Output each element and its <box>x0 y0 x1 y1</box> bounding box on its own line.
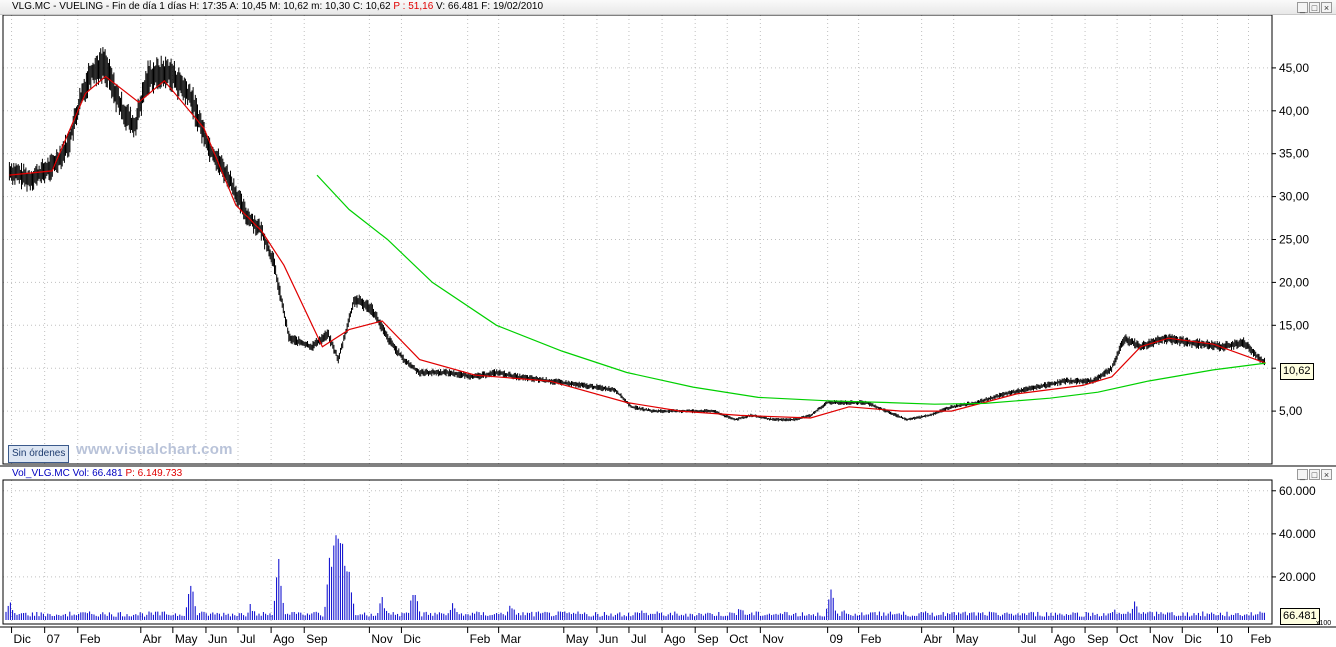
watermark: www.visualchart.com <box>76 441 233 458</box>
price-panel-header: VLG.MC - VUELING - Fin de día 1 días H: … <box>0 0 1336 15</box>
time-tick-label: Sep <box>306 632 328 646</box>
time-axis-ticks: Dic 07 Feb Abr May Jun Jul Ago Sep Nov Dic Feb Mar Ma… <box>11 627 1272 646</box>
time-tick-label: Dic <box>403 632 420 646</box>
time-tick-label: Nov <box>1152 632 1173 646</box>
time-tick-label: 09 <box>830 632 844 646</box>
date-label: F: <box>481 1 491 12</box>
maximize-button[interactable]: □ <box>1309 2 1320 13</box>
orders-badge[interactable]: Sin órdenes <box>8 445 70 463</box>
time-tick-label: Jul <box>1021 632 1036 646</box>
time-tick-label: Jun <box>208 632 227 646</box>
last-price-label: 10,62 <box>1280 363 1314 380</box>
panel-frames <box>0 14 1336 628</box>
time-tick-label: May <box>956 632 979 646</box>
time-tick-label: Ago <box>1054 632 1076 646</box>
price-tick-label: 30,00 <box>1279 190 1309 204</box>
time-tick-label: Ago <box>664 632 686 646</box>
time-tick-label: Abr <box>143 632 162 646</box>
volume-scale-label: x100 <box>1316 620 1332 627</box>
time-tick-label: Oct <box>729 632 748 646</box>
time-tick-label: 07 <box>47 632 61 646</box>
vol-value: 66.481 <box>92 468 123 479</box>
volume-maximize-button[interactable]: □ <box>1309 469 1320 480</box>
time-tick-label: Mar <box>501 632 522 646</box>
symbol-label: VLG.MC - VUELING <box>12 1 104 12</box>
volume-name-label: Vol_VLG.MC <box>12 468 70 479</box>
volume-bars <box>5 535 1265 620</box>
last-volume-label: 66.481 <box>1280 608 1320 625</box>
vol-p-value: 6.149.733 <box>137 468 183 479</box>
price-tick-label: 15,00 <box>1279 318 1309 332</box>
volume-label: V: <box>436 1 446 12</box>
time-tick-label: May <box>566 632 589 646</box>
time-tick-label: Feb <box>1251 632 1272 646</box>
minimize-button[interactable]: _ <box>1297 2 1308 13</box>
price-tick-label: 20,00 <box>1279 275 1309 289</box>
volume-tick-label: 20.000 <box>1279 570 1316 584</box>
time-tick-label: May <box>175 632 198 646</box>
vol-p-label: P: <box>125 468 135 479</box>
close-label: C: <box>352 1 363 12</box>
chart-canvas: 5,0010,0015,0020,0025,0030,0035,0040,004… <box>0 14 1336 646</box>
price-grid <box>3 15 1272 464</box>
volume-value: 66.481 <box>447 1 479 12</box>
time-tick-label: Sep <box>697 632 719 646</box>
min-value: 10,30 <box>325 1 351 12</box>
price-tick-label: 40,00 <box>1279 104 1309 118</box>
volume-tick-label: 40.000 <box>1279 527 1316 541</box>
price-tick-label: 25,00 <box>1279 233 1309 247</box>
p-label: P : <box>393 1 406 12</box>
time-tick-label: Abr <box>924 632 943 646</box>
open-label: A: <box>229 1 239 12</box>
price-tick-label: 45,00 <box>1279 61 1309 75</box>
close-button[interactable]: × <box>1321 2 1332 13</box>
time-tick-label: Dic <box>1184 632 1201 646</box>
time-tick-label: Nov <box>371 632 392 646</box>
p-value: 51,16 <box>408 1 434 12</box>
price-series <box>8 47 1266 422</box>
time-tick-label: Sep <box>1087 632 1109 646</box>
price-plot-frame <box>2 14 1273 465</box>
volume-axis-ticks: 20.000 40.000 60.000 <box>1272 484 1316 584</box>
price-tick-label: 35,00 <box>1279 147 1309 161</box>
time-tick-label: Jun <box>599 632 618 646</box>
time-tick-label: Ago <box>273 632 295 646</box>
volume-minimize-button[interactable]: _ <box>1297 469 1308 480</box>
time-tick-label: Jul <box>240 632 255 646</box>
time-tick-label: Nov <box>762 632 783 646</box>
volume-tick-label: 60.000 <box>1279 484 1316 498</box>
max-label: M: <box>269 1 281 12</box>
time-tick-label: Feb <box>470 632 491 646</box>
time-tick-label: Feb <box>861 632 882 646</box>
time-tick-label: Dic <box>14 632 31 646</box>
close-value: 10,62 <box>365 1 391 12</box>
volume-close-button[interactable]: × <box>1321 469 1332 480</box>
min-label: m: <box>311 1 323 12</box>
period-label: Fin de día 1 días <box>112 1 187 12</box>
max-value: 10,62 <box>283 1 309 12</box>
price-tick-label: 5,00 <box>1279 404 1303 418</box>
time-tick-label: Feb <box>80 632 101 646</box>
high-label: H: <box>189 1 200 12</box>
vol-label: Vol: <box>72 468 90 479</box>
long-moving-average-line <box>316 174 1266 405</box>
time-tick-label: 10 <box>1220 632 1234 646</box>
high-value: 17:35 <box>202 1 228 12</box>
open-value: 10,45 <box>241 1 267 12</box>
date-value: 19/02/2010 <box>492 1 544 12</box>
time-tick-label: Jul <box>631 632 646 646</box>
volume-panel-header: Vol_VLG.MC Vol: 66.481 P: 6.149.733 <box>0 467 1336 481</box>
time-tick-label: Oct <box>1119 632 1138 646</box>
